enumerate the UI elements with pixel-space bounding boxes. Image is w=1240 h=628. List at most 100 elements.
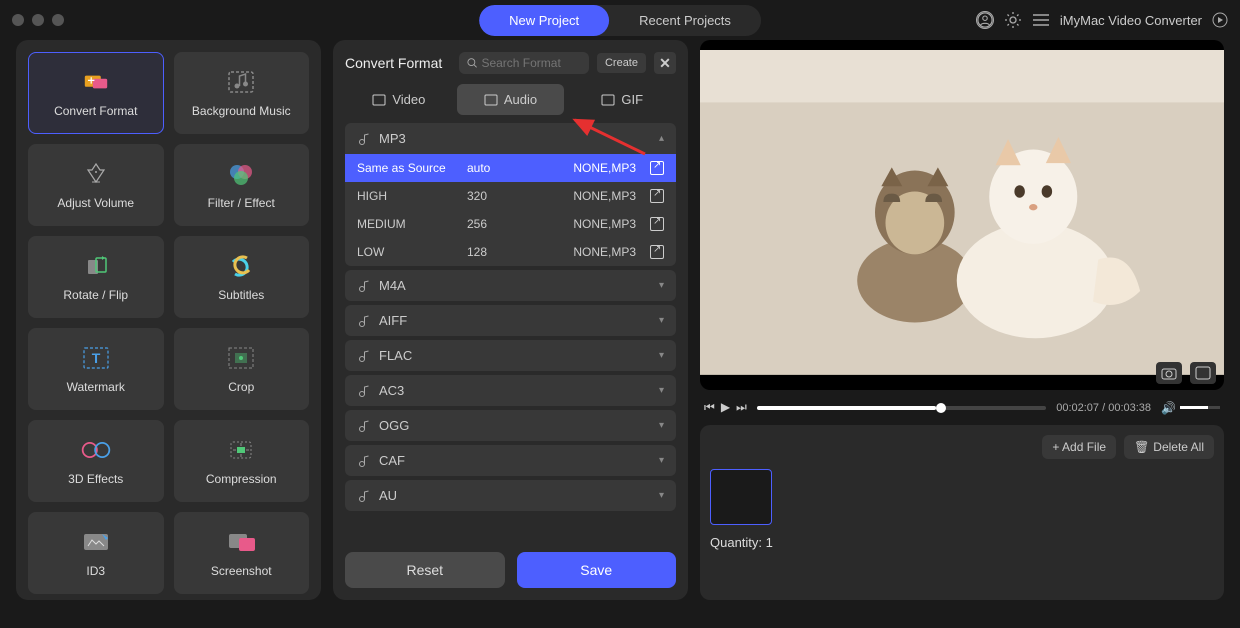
rotate-flip-icon	[80, 252, 112, 280]
tool-label: Convert Format	[54, 104, 137, 118]
save-button[interactable]: Save	[517, 552, 677, 588]
menu-icon[interactable]	[1032, 13, 1050, 27]
3d-effects-icon	[80, 436, 112, 464]
chevron-down-icon: ▾	[659, 420, 664, 431]
video-preview	[700, 40, 1224, 390]
time-display: 00:02:07 / 00:03:38	[1056, 402, 1151, 414]
volume-icon[interactable]: 🔊	[1161, 401, 1176, 415]
tool-label: ID3	[86, 564, 105, 578]
chevron-down-icon: ▾	[659, 280, 664, 291]
tool-crop[interactable]: Crop	[174, 328, 310, 410]
snapshot-button[interactable]	[1156, 362, 1182, 384]
tool-watermark[interactable]: TWatermark	[28, 328, 164, 410]
format-preset-row[interactable]: MEDIUM256NONE,MP3	[345, 210, 676, 238]
close-panel-button[interactable]: ✕	[654, 52, 676, 74]
header-right: iMyMac Video Converter	[976, 11, 1228, 29]
tool-label: 3D Effects	[68, 472, 123, 486]
tool-filter-effect[interactable]: Filter / Effect	[174, 144, 310, 226]
tool-label: Screenshot	[211, 564, 272, 578]
tool-compression[interactable]: Compression	[174, 420, 310, 502]
tab-video[interactable]: Video	[345, 84, 453, 115]
search-input[interactable]	[481, 56, 581, 70]
prev-button[interactable]: ⏮	[704, 400, 715, 415]
maximize-window-icon[interactable]	[52, 14, 64, 26]
gear-icon[interactable]	[1004, 11, 1022, 29]
tool-label: Filter / Effect	[208, 196, 275, 210]
format-icon	[357, 349, 371, 363]
format-icon	[357, 454, 371, 468]
export-icon[interactable]	[650, 189, 664, 203]
tool-convert-format[interactable]: Convert Format	[28, 52, 164, 134]
tool-screenshot[interactable]: Screenshot	[174, 512, 310, 594]
chevron-down-icon: ▾	[659, 315, 664, 326]
seek-slider[interactable]	[757, 406, 1046, 410]
create-button[interactable]: Create	[597, 53, 646, 73]
minimize-window-icon[interactable]	[32, 14, 44, 26]
tool-label: Subtitles	[218, 288, 264, 302]
tab-recent-projects[interactable]: Recent Projects	[609, 5, 761, 36]
format-panel-title: Convert Format	[345, 55, 442, 71]
next-button[interactable]: ⏭	[736, 400, 747, 415]
tool-id3[interactable]: ID3	[28, 512, 164, 594]
chevron-down-icon: ▾	[659, 455, 664, 466]
tool-adjust-volume[interactable]: Adjust Volume	[28, 144, 164, 226]
fullscreen-button[interactable]	[1190, 362, 1216, 384]
search-icon	[467, 57, 477, 69]
convert-format-icon	[80, 68, 112, 96]
format-group-header[interactable]: FLAC▾	[345, 340, 676, 371]
export-icon[interactable]	[650, 161, 664, 175]
filter-effect-icon	[225, 160, 257, 188]
format-preset-row[interactable]: HIGH320NONE,MP3	[345, 182, 676, 210]
delete-all-button[interactable]: 🗑Delete All	[1124, 435, 1214, 459]
format-panel: Convert Format Create ✕ Video Audio GIF …	[333, 40, 688, 600]
close-window-icon[interactable]	[12, 14, 24, 26]
format-group-header[interactable]: MP3▴	[345, 123, 676, 154]
format-group-mp3: MP3▴Same as SourceautoNONE,MP3HIGH320NON…	[345, 123, 676, 266]
format-icon	[357, 384, 371, 398]
search-format[interactable]	[459, 52, 589, 74]
format-group-header[interactable]: CAF▾	[345, 445, 676, 476]
format-group-header[interactable]: AU▾	[345, 480, 676, 511]
tool-background-music[interactable]: Background Music	[174, 52, 310, 134]
format-preset-row[interactable]: LOW128NONE,MP3	[345, 238, 676, 266]
format-group-header[interactable]: OGG▾	[345, 410, 676, 441]
play-button[interactable]: ▶	[721, 400, 730, 415]
adjust-volume-icon	[80, 160, 112, 188]
export-icon[interactable]	[650, 245, 664, 259]
format-icon	[357, 489, 371, 503]
reset-button[interactable]: Reset	[345, 552, 505, 588]
add-file-button[interactable]: + Add File	[1042, 435, 1116, 459]
file-thumbnail[interactable]	[710, 469, 772, 525]
watermark-icon: T	[80, 344, 112, 372]
volume-slider[interactable]	[1180, 406, 1220, 409]
format-group-flac: FLAC▾	[345, 340, 676, 371]
screenshot-icon	[225, 528, 257, 556]
format-icon	[357, 132, 371, 146]
tool-label: Rotate / Flip	[63, 288, 128, 302]
play-icon[interactable]	[1212, 12, 1228, 28]
tab-audio[interactable]: Audio	[457, 84, 565, 115]
tool-3d-effects[interactable]: 3D Effects	[28, 420, 164, 502]
chevron-down-icon: ▾	[659, 490, 664, 501]
tool-label: Adjust Volume	[57, 196, 134, 210]
tool-subtitles[interactable]: Subtitles	[174, 236, 310, 318]
format-group-header[interactable]: M4A▾	[345, 270, 676, 301]
preview-panel: ⏮ ▶ ⏭ 00:02:07 / 00:03:38 🔊 + Add File 🗑…	[700, 40, 1224, 600]
format-group-header[interactable]: AC3▾	[345, 375, 676, 406]
compression-icon	[225, 436, 257, 464]
tool-rotate-flip[interactable]: Rotate / Flip	[28, 236, 164, 318]
fullscreen-icon	[1195, 366, 1211, 380]
format-icon	[357, 419, 371, 433]
tab-new-project[interactable]: New Project	[479, 5, 609, 36]
format-group-ogg: OGG▾	[345, 410, 676, 441]
format-preset-row[interactable]: Same as SourceautoNONE,MP3	[345, 154, 676, 182]
format-group-au: AU▾	[345, 480, 676, 511]
account-icon[interactable]	[976, 11, 994, 29]
video-icon	[372, 93, 386, 107]
tab-gif[interactable]: GIF	[568, 84, 676, 115]
export-icon[interactable]	[650, 217, 664, 231]
format-group-header[interactable]: AIFF▾	[345, 305, 676, 336]
tools-panel: Convert Format Background Music Adjust Vol…	[16, 40, 321, 600]
format-icon	[357, 279, 371, 293]
subtitles-icon	[225, 252, 257, 280]
